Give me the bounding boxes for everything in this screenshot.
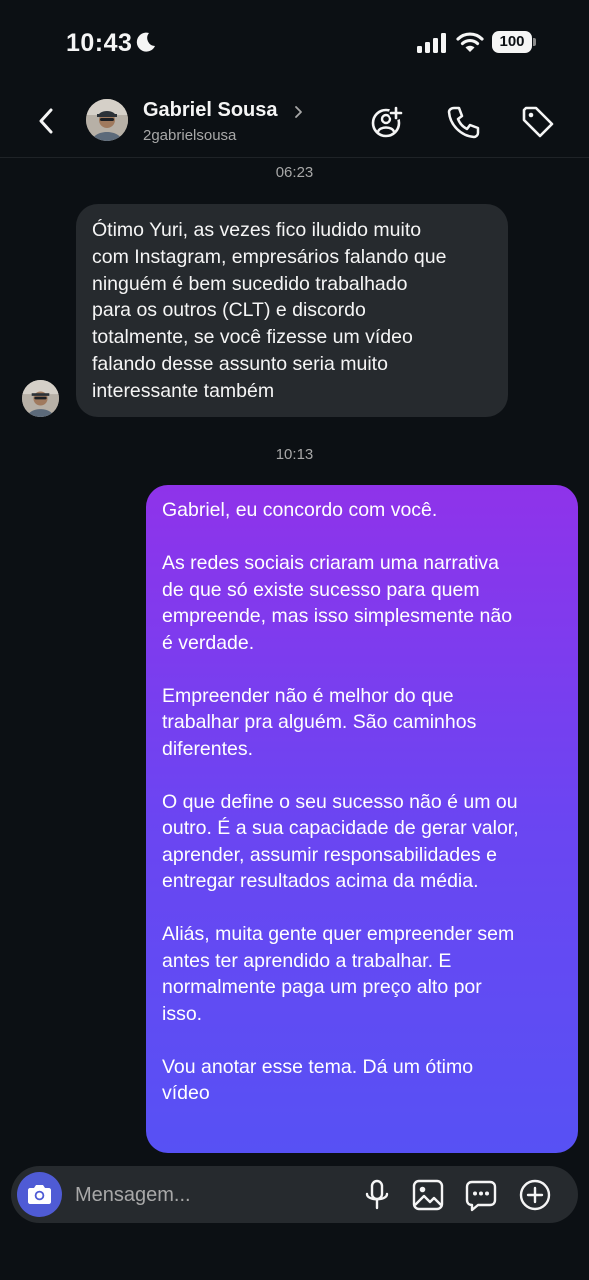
- battery-nub: [533, 38, 536, 46]
- incoming-message[interactable]: Ótimo Yuri, as vezes fico iludido muito …: [76, 204, 508, 417]
- wifi-icon: [456, 32, 484, 52]
- gallery-icon[interactable]: [411, 1178, 445, 1212]
- add-icon[interactable]: [518, 1178, 552, 1212]
- message-composer: [11, 1166, 578, 1223]
- signal-icon: [417, 33, 446, 53]
- camera-icon: [28, 1185, 51, 1204]
- avatar-photo: [22, 380, 59, 417]
- phone-icon[interactable]: [445, 104, 481, 140]
- battery-level: 100: [492, 31, 532, 53]
- tag-icon[interactable]: [520, 104, 556, 140]
- sticker-icon[interactable]: [464, 1178, 498, 1212]
- microphone-icon[interactable]: [360, 1178, 394, 1212]
- message-timestamp: 06:23: [275, 164, 314, 181]
- contact-username: 2gabrielsousa: [143, 127, 237, 144]
- message-timestamp: 10:13: [275, 446, 314, 463]
- message-input[interactable]: [75, 1180, 345, 1210]
- add-person-icon[interactable]: [369, 104, 405, 140]
- avatar-photo: [86, 99, 128, 141]
- camera-button[interactable]: [17, 1172, 62, 1217]
- contact-name[interactable]: Gabriel Sousa: [143, 99, 278, 122]
- dm-screen: 10:43 100 Gabriel Sousa 2gabrielsousa 06…: [0, 0, 589, 1280]
- sender-avatar[interactable]: [22, 380, 59, 417]
- chat-header: Gabriel Sousa 2gabrielsousa: [0, 88, 589, 158]
- chevron-right-icon[interactable]: [293, 104, 305, 120]
- back-arrow-icon[interactable]: [32, 104, 62, 138]
- outgoing-message[interactable]: Gabriel, eu concordo com você. As redes …: [146, 485, 578, 1153]
- status-bar: 10:43 100: [0, 0, 589, 88]
- contact-avatar[interactable]: [86, 99, 128, 141]
- battery-icon: 100: [492, 31, 536, 53]
- moon-icon: [136, 32, 155, 52]
- status-time: 10:43: [66, 29, 133, 57]
